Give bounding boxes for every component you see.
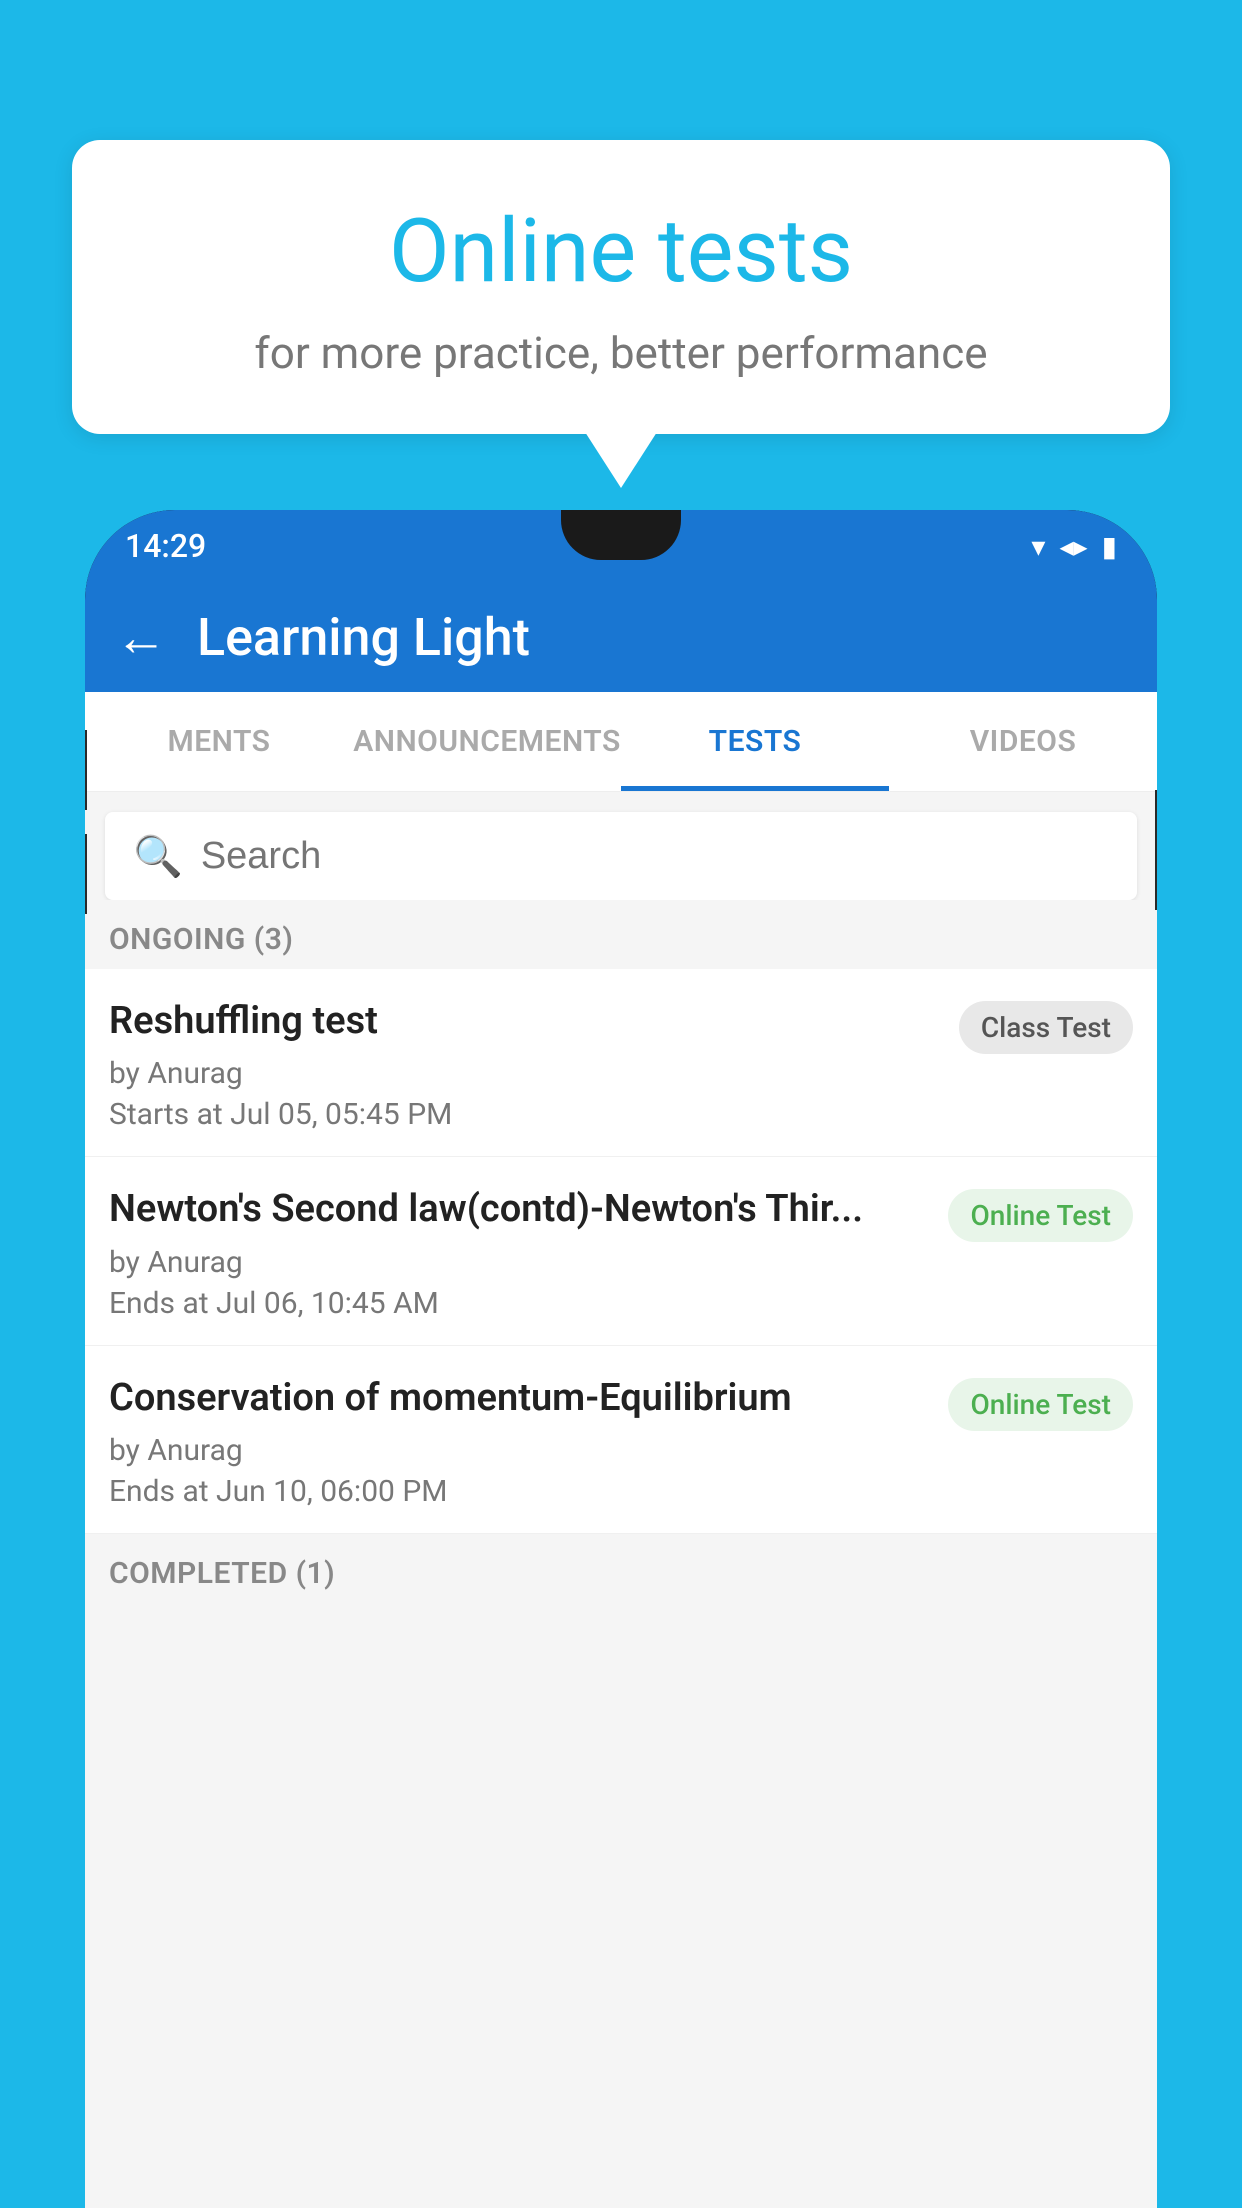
power-button <box>1155 790 1157 910</box>
test-info-2: Newton's Second law(contd)-Newton's Thir… <box>109 1185 932 1320</box>
ongoing-section-header: ONGOING (3) <box>85 900 1157 969</box>
back-button[interactable]: ← <box>115 607 167 668</box>
test-info-1: Reshuffling test by Anurag Starts at Jul… <box>109 997 943 1132</box>
test-badge-2: Online Test <box>948 1189 1133 1242</box>
test-author-2: by Anurag <box>109 1245 932 1280</box>
wifi-icon: ▾ <box>1031 530 1045 563</box>
phone-notch <box>561 510 681 560</box>
test-title-2: Newton's Second law(contd)-Newton's Thir… <box>109 1185 932 1234</box>
completed-section-header: COMPLETED (1) <box>85 1534 1157 1603</box>
app-title: Learning Light <box>197 607 530 668</box>
test-badge-1: Class Test <box>959 1001 1133 1054</box>
test-item-reshuffling[interactable]: Reshuffling test by Anurag Starts at Jul… <box>85 969 1157 1157</box>
phone-wrapper: 14:29 ▾ ◂▸ ▮ ← Learning Light MENTS ANNO… <box>85 510 1157 2208</box>
test-date-3: Ends at Jun 10, 06:00 PM <box>109 1474 932 1509</box>
tab-announcements[interactable]: ANNOUNCEMENTS <box>353 692 621 791</box>
tab-ments[interactable]: MENTS <box>85 692 353 791</box>
test-info-3: Conservation of momentum-Equilibrium by … <box>109 1374 932 1509</box>
test-title-3: Conservation of momentum-Equilibrium <box>109 1374 932 1423</box>
search-bar[interactable]: 🔍 <box>105 812 1137 900</box>
content-area: 🔍 ONGOING (3) Reshuffling test by Anurag… <box>85 792 1157 2208</box>
speech-bubble-card: Online tests for more practice, better p… <box>72 140 1170 434</box>
test-date-1: Starts at Jul 05, 05:45 PM <box>109 1097 943 1132</box>
status-icons: ▾ ◂▸ ▮ <box>1031 530 1117 563</box>
search-input[interactable] <box>201 835 1109 878</box>
test-item-conservation[interactable]: Conservation of momentum-Equilibrium by … <box>85 1346 1157 1534</box>
test-item-newtons[interactable]: Newton's Second law(contd)-Newton's Thir… <box>85 1157 1157 1345</box>
test-author-1: by Anurag <box>109 1056 943 1091</box>
tab-tests[interactable]: TESTS <box>621 692 889 791</box>
test-badge-3: Online Test <box>948 1378 1133 1431</box>
test-title-1: Reshuffling test <box>109 997 943 1046</box>
app-bar: ← Learning Light <box>85 582 1157 692</box>
test-author-3: by Anurag <box>109 1433 932 1468</box>
battery-icon: ▮ <box>1102 530 1117 563</box>
side-buttons-right <box>1155 790 1157 910</box>
test-list: Reshuffling test by Anurag Starts at Jul… <box>85 969 1157 1534</box>
tab-videos[interactable]: VIDEOS <box>889 692 1157 791</box>
signal-icon: ◂▸ <box>1059 530 1087 563</box>
speech-bubble-tail <box>585 432 657 488</box>
tab-bar: MENTS ANNOUNCEMENTS TESTS VIDEOS <box>85 692 1157 792</box>
volume-down-button <box>85 834 87 914</box>
phone-frame: 14:29 ▾ ◂▸ ▮ ← Learning Light MENTS ANNO… <box>85 510 1157 2208</box>
status-time: 14:29 <box>125 527 206 565</box>
promo-subtitle: for more practice, better performance <box>152 327 1090 379</box>
search-icon: 🔍 <box>133 833 183 880</box>
promo-title: Online tests <box>152 200 1090 303</box>
promo-section: Online tests for more practice, better p… <box>72 140 1170 488</box>
test-date-2: Ends at Jul 06, 10:45 AM <box>109 1286 932 1321</box>
